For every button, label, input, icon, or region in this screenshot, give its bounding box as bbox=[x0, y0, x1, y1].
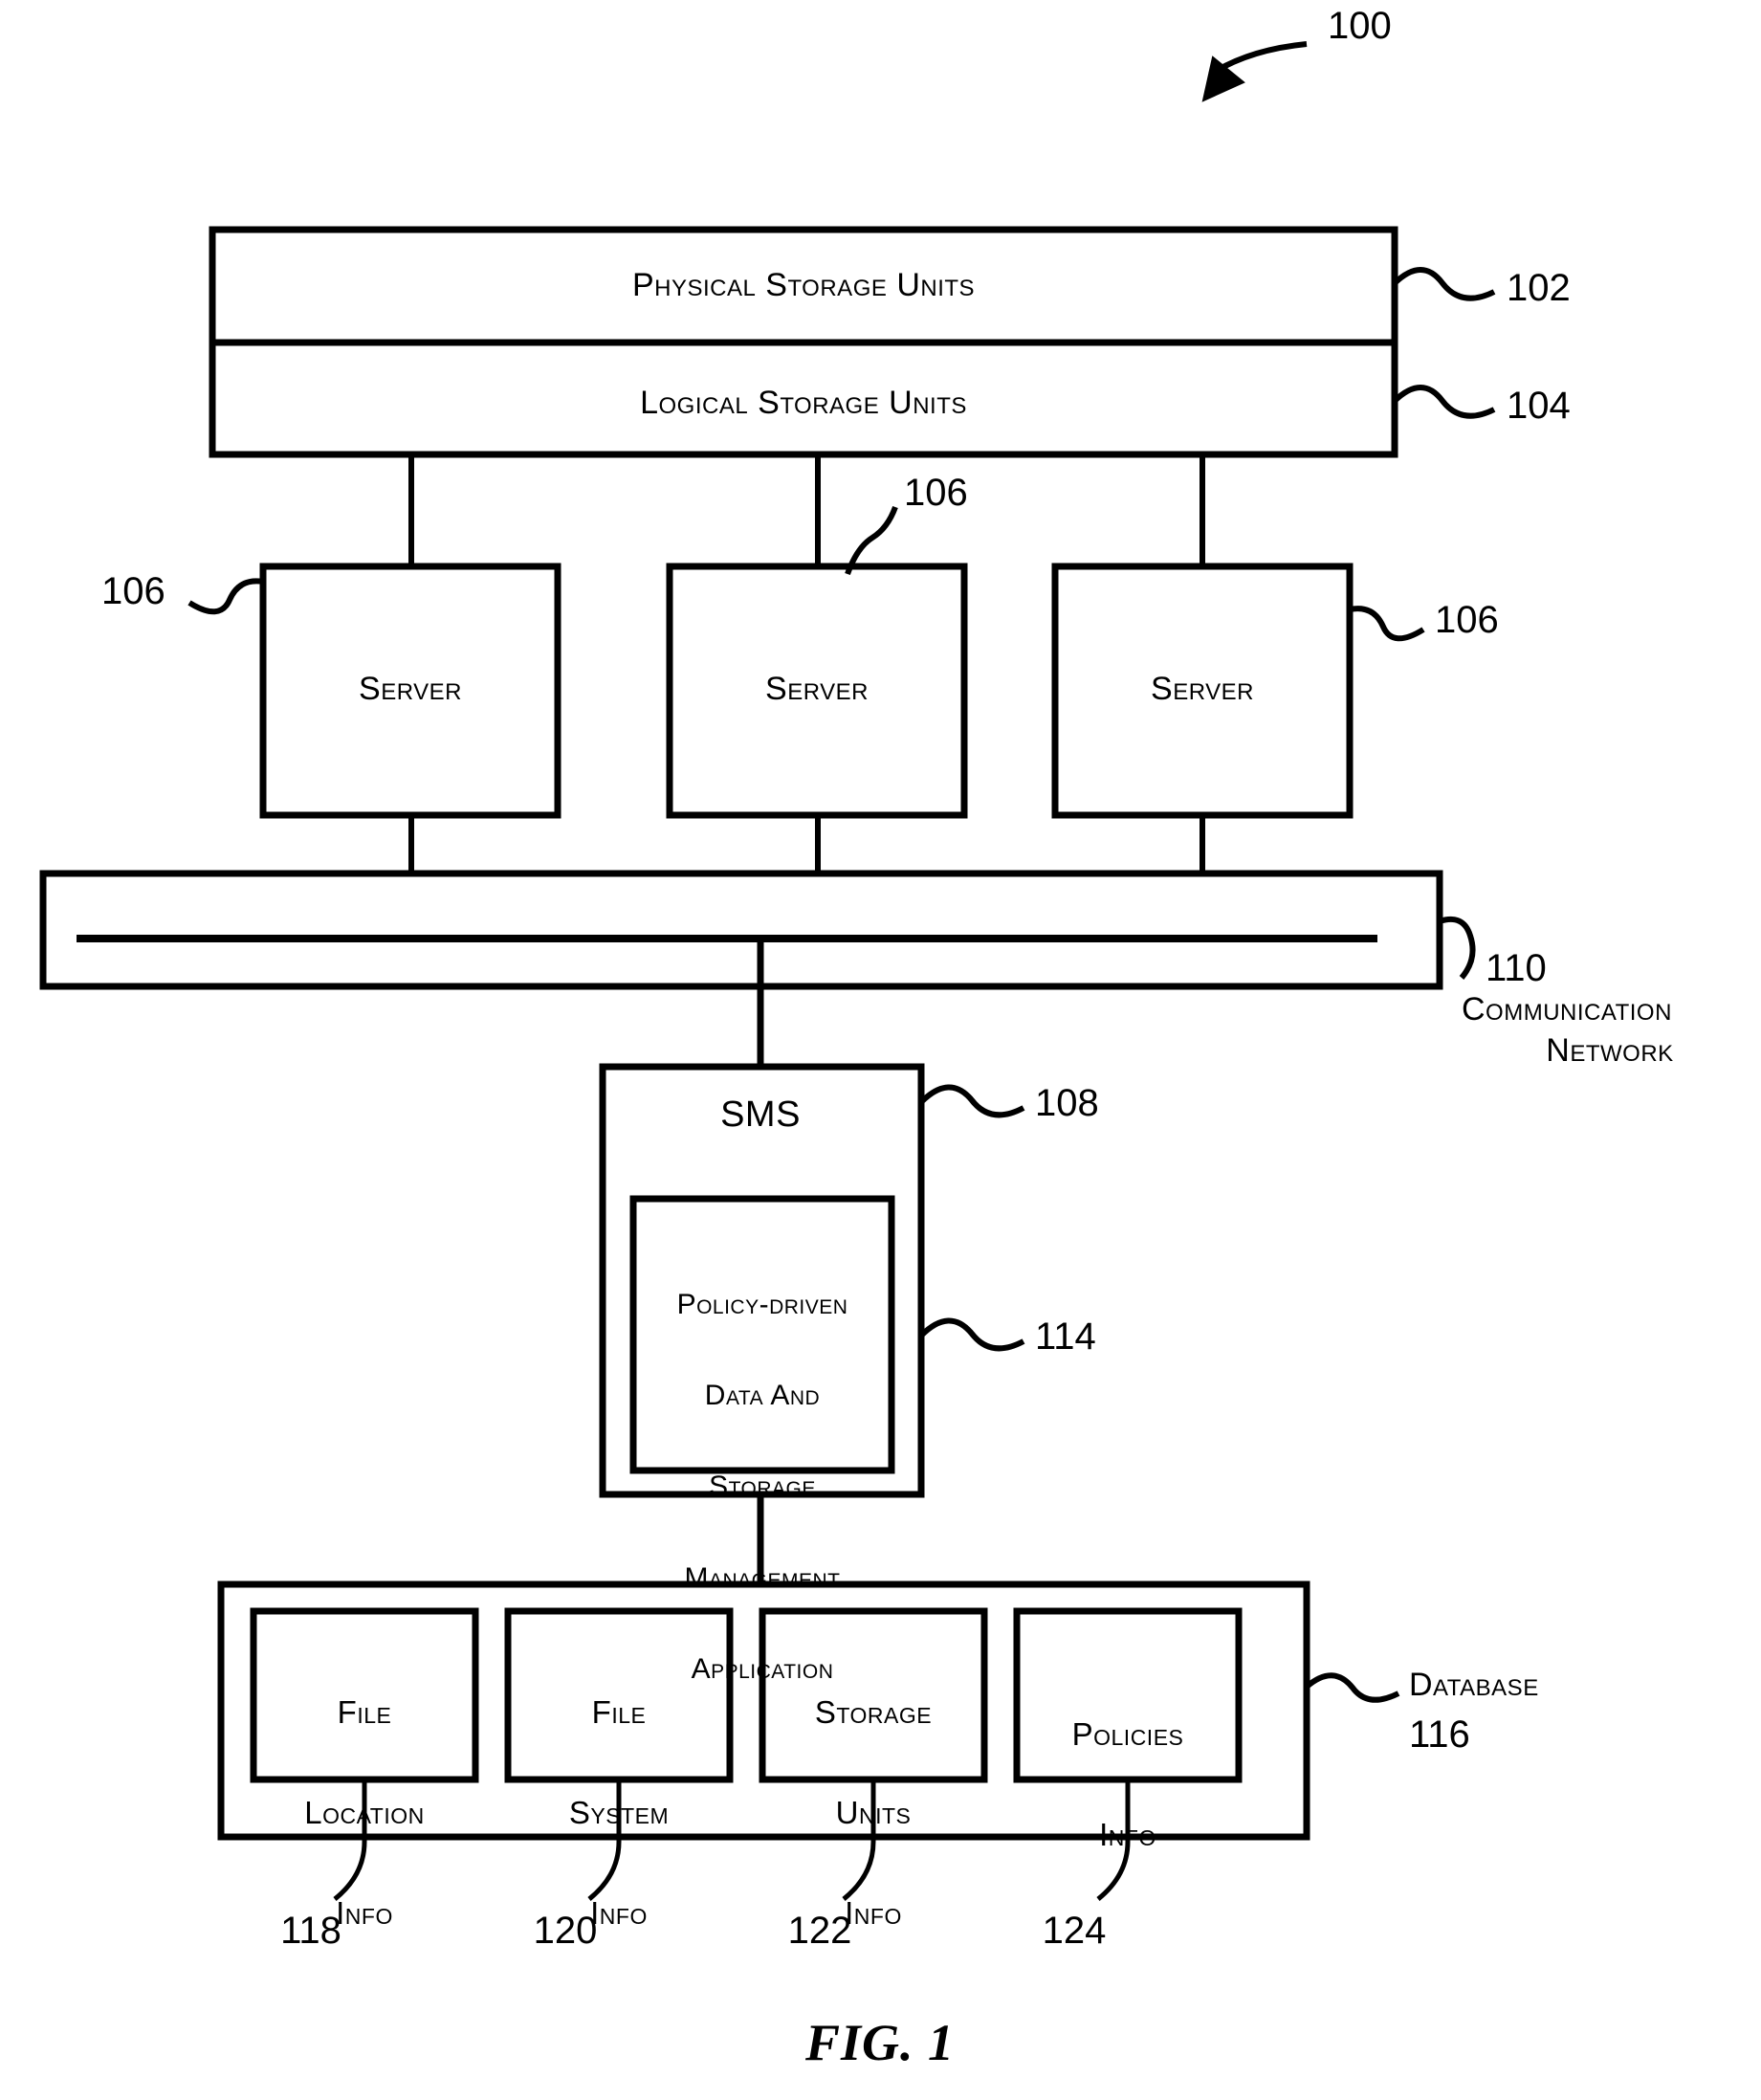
db-item-3-line-1: Policies bbox=[1071, 1715, 1184, 1752]
database-label: Database bbox=[1409, 1667, 1539, 1703]
system-ref-label: 100 bbox=[1328, 5, 1392, 47]
ref-108-leader bbox=[918, 1084, 1025, 1118]
db-item-policies-info-label: Policies Info bbox=[1072, 1651, 1184, 1919]
ref-108-label: 108 bbox=[1035, 1082, 1099, 1124]
db-item-2-line-1: Storage bbox=[814, 1693, 933, 1730]
policy-application-line-4: Management bbox=[684, 1561, 841, 1594]
server-label-1: Server bbox=[359, 671, 462, 707]
ref-124-label: 124 bbox=[1042, 1910, 1107, 1952]
ref-116-label: 116 bbox=[1409, 1713, 1470, 1756]
db-item-3-line-2: Info bbox=[1099, 1816, 1156, 1852]
server-label-3: Server bbox=[1151, 671, 1254, 707]
ref-116-leader bbox=[1305, 1672, 1400, 1703]
physical-storage-units-label: Physical Storage Units bbox=[631, 267, 976, 303]
db-item-0-line-2: Location bbox=[304, 1794, 425, 1830]
db-item-0-line-1: File bbox=[337, 1693, 392, 1730]
ref-114-label: 114 bbox=[1035, 1315, 1096, 1358]
storage-to-server-connectors bbox=[408, 454, 1205, 566]
policy-application-line-1: Policy-driven bbox=[676, 1288, 848, 1320]
ref-106-mid-label: 106 bbox=[904, 472, 968, 514]
communication-network-label-line1: Communication bbox=[1462, 991, 1672, 1028]
ref-106-left-leader bbox=[187, 578, 264, 615]
ref-110-label: 110 bbox=[1486, 947, 1547, 989]
policy-application-line-3: Storage bbox=[709, 1470, 816, 1503]
ref-102-label: 102 bbox=[1507, 267, 1571, 309]
db-item-1-line-2: System bbox=[568, 1794, 670, 1830]
server-label-2: Server bbox=[765, 671, 869, 707]
ref-114-leader bbox=[918, 1317, 1025, 1352]
ref-106-right-label: 106 bbox=[1435, 599, 1499, 641]
ref-118-label: 118 bbox=[280, 1910, 341, 1952]
ref-104-leader bbox=[1392, 385, 1496, 419]
ref-122-label: 122 bbox=[787, 1910, 852, 1952]
db-item-1-line-1: File bbox=[591, 1693, 647, 1730]
communication-network-label-line2: Network bbox=[1546, 1032, 1674, 1069]
logical-storage-units-label: Logical Storage Units bbox=[640, 385, 967, 421]
ref-104-label: 104 bbox=[1507, 385, 1571, 427]
ref-106-right-leader bbox=[1349, 606, 1425, 642]
patent-figure-1: 100 Physical Storage Units 102 Logical S… bbox=[0, 0, 1761, 2100]
figure-caption: FIG. 1 bbox=[804, 2014, 956, 2071]
ref-102-leader bbox=[1392, 267, 1496, 301]
ref-110-leader bbox=[1439, 916, 1476, 980]
ref-106-left-label: 106 bbox=[101, 570, 165, 612]
ref-120-label: 120 bbox=[533, 1910, 598, 1952]
system-ref-leader bbox=[1201, 41, 1308, 102]
communication-network-bar bbox=[39, 870, 1443, 990]
policy-application-line-2: Data And bbox=[704, 1379, 821, 1411]
db-item-2-line-2: Units bbox=[835, 1794, 912, 1830]
sms-label: SMS bbox=[720, 1094, 801, 1135]
